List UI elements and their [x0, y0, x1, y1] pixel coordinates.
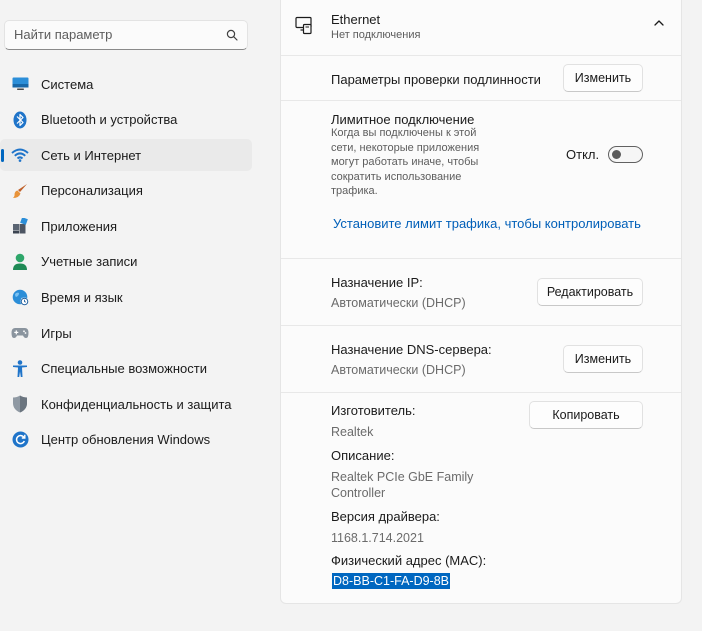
sidebar-item-gaming[interactable]: Игры — [0, 317, 252, 349]
sidebar-item-label: Центр обновления Windows — [41, 432, 211, 448]
metered-toggle-state: Откл. — [566, 147, 600, 162]
sidebar-item-privacy[interactable]: Конфиденциальность и защита — [0, 388, 252, 420]
brush-icon — [11, 182, 29, 200]
sidebar-item-bluetooth[interactable]: Bluetooth и устройства — [0, 104, 252, 136]
sidebar-item-accounts[interactable]: Учетные записи — [0, 246, 252, 278]
auth-settings-label: Параметры проверки подлинности — [331, 72, 541, 87]
sidebar-item-label: Персонализация — [41, 183, 143, 199]
sidebar-item-accessibility[interactable]: Специальные возможности — [0, 353, 252, 385]
sidebar-item-label: Конфиденциальность и защита — [41, 396, 232, 412]
description-value-line1: Realtek PCIe GbE Family — [331, 470, 474, 484]
sidebar-item-personalization[interactable]: Персонализация — [0, 175, 252, 207]
shield-icon — [11, 395, 29, 413]
ip-assignment-value: Автоматически (DHCP) — [331, 296, 466, 310]
edit-dns-button[interactable]: Изменить — [563, 345, 643, 373]
divider — [281, 392, 681, 393]
sidebar-item-label: Сеть и Интернет — [41, 147, 142, 163]
driver-version-value: 1168.1.714.2021 — [331, 531, 424, 545]
wifi-icon — [11, 146, 29, 164]
toggle-knob — [612, 150, 621, 159]
chevron-up-icon[interactable] — [652, 18, 666, 28]
divider — [281, 325, 681, 326]
user-icon — [11, 253, 29, 271]
metered-toggle[interactable] — [608, 146, 643, 163]
sidebar: Система Bluetooth и устройства Сеть и Ин… — [0, 0, 262, 631]
data-limit-link[interactable]: Установите лимит трафика, чтобы контроли… — [333, 216, 643, 231]
dns-assignment-value: Автоматически (DHCP) — [331, 363, 466, 377]
sidebar-item-system[interactable]: Система — [0, 68, 252, 100]
sidebar-item-label: Игры — [41, 325, 72, 341]
divider — [281, 55, 681, 56]
sidebar-item-network[interactable]: Сеть и Интернет — [0, 139, 252, 172]
globe-clock-icon — [11, 289, 29, 307]
divider — [281, 258, 681, 259]
sidebar-item-label: Система — [41, 76, 94, 92]
ip-assignment-label: Назначение IP: — [331, 275, 423, 290]
apps-icon — [11, 217, 29, 235]
bluetooth-icon — [11, 111, 29, 129]
nav-list: Система Bluetooth и устройства Сеть и Ин… — [0, 68, 252, 460]
search-input[interactable] — [14, 27, 214, 42]
update-icon — [11, 431, 29, 449]
sidebar-item-label: Приложения — [41, 218, 118, 234]
sidebar-item-time-language[interactable]: Время и язык — [0, 282, 252, 314]
manufacturer-value: Realtek — [331, 425, 374, 439]
ethernet-title: Ethernet — [331, 12, 381, 27]
ethernet-icon — [295, 16, 312, 35]
manufacturer-label: Изготовитель: — [331, 403, 416, 418]
description-value-line2: Controller — [331, 486, 386, 500]
search-box[interactable] — [4, 20, 248, 50]
edit-auth-button[interactable]: Изменить — [563, 64, 643, 92]
search-icon[interactable] — [226, 29, 238, 41]
mac-address-label: Физический адрес (MAC): — [331, 553, 487, 568]
sidebar-item-label: Учетные записи — [41, 254, 138, 270]
metered-connection-label: Лимитное подключение — [331, 112, 475, 127]
divider — [281, 100, 681, 101]
metered-connection-description: Когда вы подключены к этой сети, некотор… — [331, 127, 480, 197]
driver-version-label: Версия драйвера: — [331, 509, 440, 524]
mac-address-value[interactable]: D8-BB-C1-FA-D9-8B — [332, 573, 450, 589]
connection-status: Нет подключения — [331, 29, 421, 41]
gamepad-icon — [11, 324, 29, 342]
sidebar-item-label: Bluetooth и устройства — [41, 112, 178, 128]
sidebar-item-label: Специальные возможности — [41, 361, 207, 377]
ethernet-card: Ethernet Нет подключения Параметры прове… — [280, 0, 682, 604]
sidebar-item-label: Время и язык — [41, 290, 123, 306]
accessibility-icon — [11, 359, 29, 378]
copy-button[interactable]: Копировать — [529, 401, 643, 429]
sidebar-item-windows-update[interactable]: Центр обновления Windows — [0, 424, 252, 456]
dns-assignment-label: Назначение DNS-сервера: — [331, 342, 492, 357]
edit-ip-button[interactable]: Редактировать — [537, 278, 643, 306]
monitor-icon — [11, 75, 29, 93]
description-label: Описание: — [331, 448, 395, 463]
sidebar-item-apps[interactable]: Приложения — [0, 210, 252, 242]
